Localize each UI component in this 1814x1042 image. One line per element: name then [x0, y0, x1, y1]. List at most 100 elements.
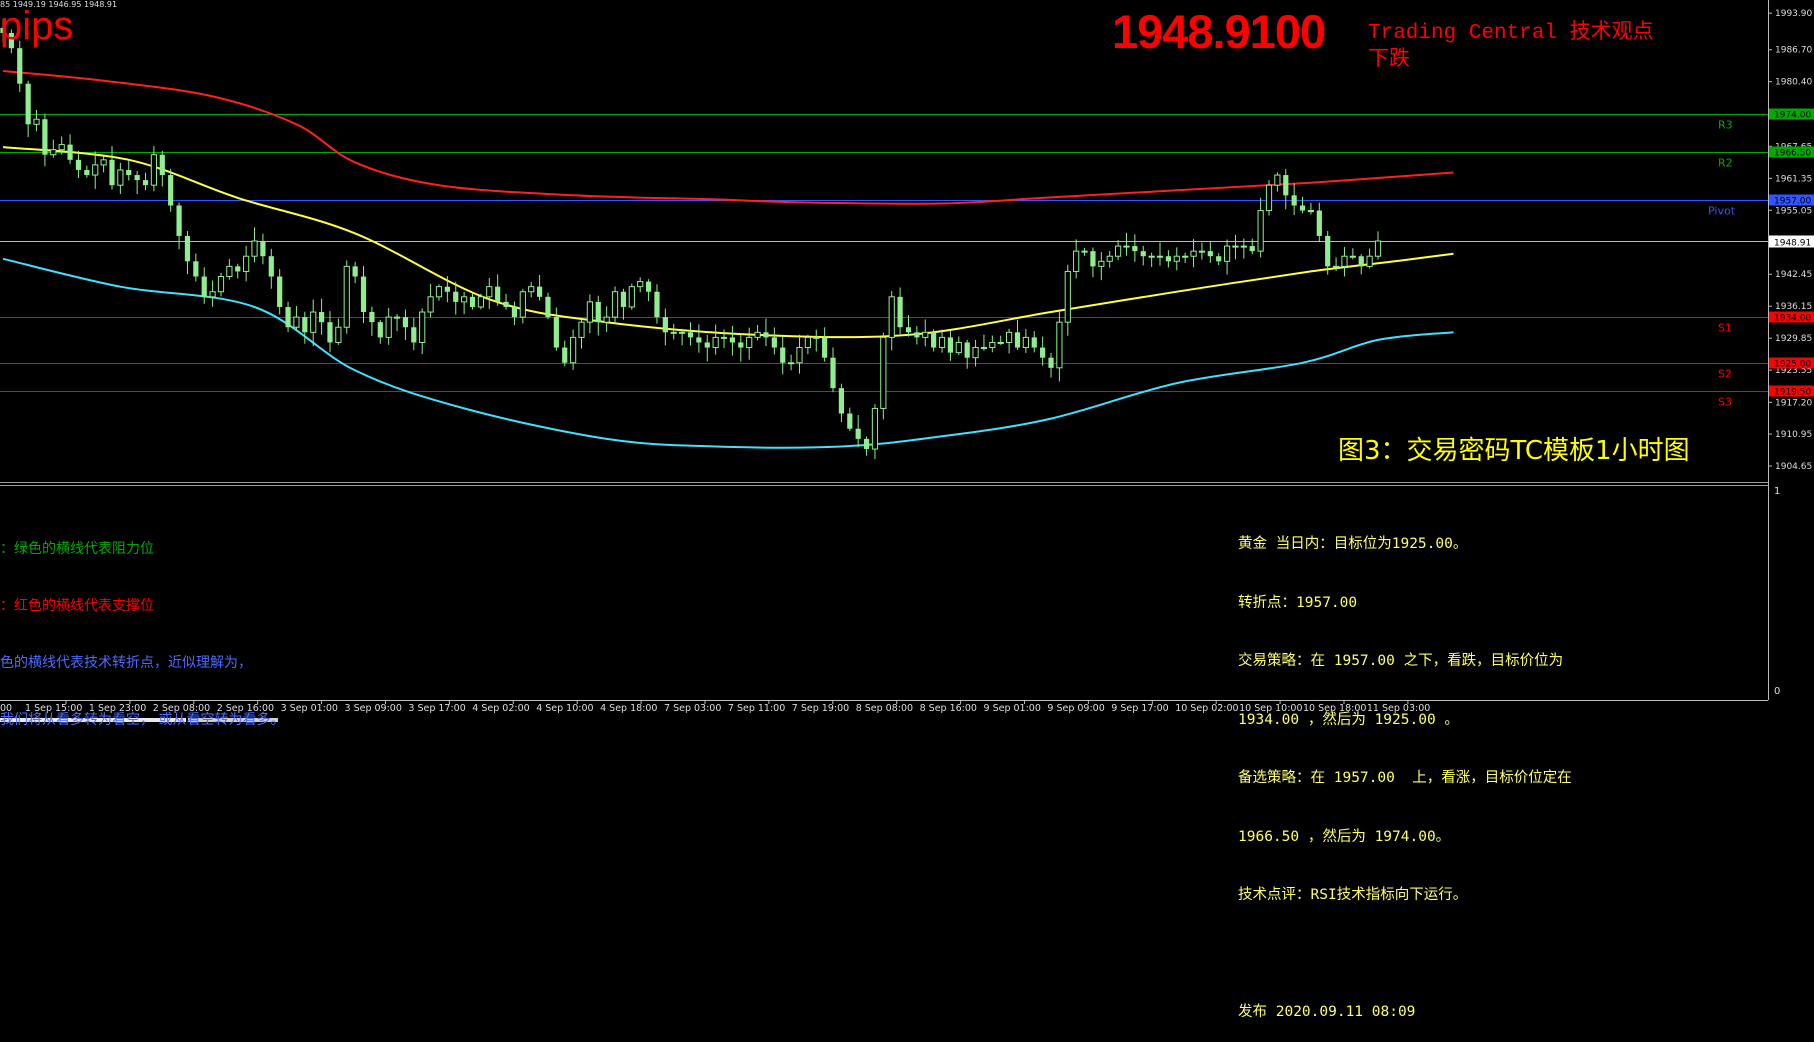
legend-line-resistance: ：绿色的横线代表阻力位: [0, 541, 154, 557]
candle-body-down: [184, 235, 191, 262]
x-tick-label: 7 Sep 19:00: [792, 703, 849, 714]
candle-body-up: [1307, 210, 1315, 213]
candle-body-up: [1332, 265, 1340, 268]
candle-body-up: [519, 291, 526, 318]
candle-body-down: [302, 317, 308, 333]
analysis-line: 技术点评：RSI技术指标向下运行。: [1238, 887, 1468, 903]
candle-body-down: [352, 266, 358, 277]
analysis-line: 1934.00 ，然后为 1925.00 。: [1238, 711, 1459, 728]
candle-body-up: [1064, 270, 1071, 323]
level-price-label: 1957.00: [1774, 197, 1811, 207]
x-tick-label: 9 Sep 01:00: [984, 703, 1041, 714]
candle-body-up: [343, 265, 350, 328]
candle-body-up: [486, 286, 493, 298]
candle-body-down: [327, 322, 333, 343]
candle-body-up: [150, 154, 158, 186]
tc-title: Trading Central 技术观点: [1368, 22, 1654, 45]
candle-body-up: [251, 240, 258, 257]
candle-body-down: [545, 296, 551, 318]
x-tick-label: 4 Sep 10:00: [536, 703, 593, 714]
candle-body-up: [1265, 184, 1273, 212]
candle-body-down: [159, 154, 165, 176]
candle-body-down: [1291, 195, 1297, 206]
candles-group: [0, 19, 1382, 460]
candle-body-up: [989, 341, 996, 349]
candle-body-up: [712, 336, 719, 349]
candle-body-down: [511, 306, 518, 318]
analysis-line: 转折点：1957.00: [1238, 594, 1358, 611]
candle-body-down: [193, 261, 199, 277]
candle-body-up: [746, 336, 753, 349]
y-tick-label: 1942.45: [1775, 270, 1812, 280]
candle-body-up: [679, 331, 686, 334]
candle-body-down: [17, 48, 23, 84]
level-price-label: 1934.00: [1774, 314, 1811, 324]
candle-body-up: [1341, 255, 1348, 267]
publish-date: 发布 2020.09.11 08:09: [1238, 1004, 1416, 1020]
candle-body-up: [1190, 250, 1197, 257]
candle-body-down: [453, 291, 459, 302]
subwindow-scale-min: 0: [1774, 686, 1780, 697]
candle-body-down: [142, 180, 149, 186]
candle-body-down: [863, 438, 870, 450]
trading-central-view: Trading Central 技术观点 下跌: [1368, 20, 1654, 75]
x-tick-label: 7 Sep 11:00: [728, 703, 785, 714]
candle-body-down: [738, 342, 744, 348]
x-tick-label: 8 Sep 08:00: [856, 703, 913, 714]
candle-body-down: [1090, 251, 1096, 267]
candle-body-down: [84, 169, 90, 176]
analysis-line: 交易策略：在 1957.00 之下，看跌，目标价位为: [1238, 653, 1564, 669]
analysis-line: [1238, 945, 1572, 965]
candle-body-up: [477, 296, 484, 308]
candle-body-up: [33, 118, 40, 125]
candle-body-down: [25, 83, 31, 125]
x-tick-label: 3 Sep 09:00: [345, 703, 402, 714]
candle-body-up: [980, 347, 988, 350]
candle-body-up: [637, 281, 644, 288]
y-tick-label: 1993.90: [1775, 9, 1812, 19]
candle-body-down: [360, 276, 367, 313]
candle-body-down: [1031, 337, 1037, 348]
candle-body-down: [168, 175, 174, 206]
level-name-s3: S3: [1718, 396, 1732, 409]
figure-label: 图3：交易密码TC模板1小时图: [1338, 436, 1690, 466]
candle-body-up: [611, 291, 619, 318]
candle-body-up: [1223, 245, 1231, 262]
candle-body-down: [855, 428, 861, 439]
legend-line-pivot: 色的横线代表技术转折点，近似理解为，: [0, 655, 252, 671]
y-tick-label: 1936.15: [1775, 302, 1812, 312]
candle-body-down: [931, 332, 937, 348]
candle-body-up: [1148, 255, 1155, 258]
y-tick-label: 1980.40: [1775, 78, 1812, 88]
candle-body-up: [888, 296, 895, 338]
candle-body-up: [788, 362, 795, 365]
candle-body-up: [310, 311, 317, 333]
candle-body-up: [586, 301, 593, 323]
candle-body-up: [804, 336, 811, 349]
candle-body-down: [260, 241, 266, 257]
candle-body-up: [720, 336, 728, 339]
y-tick-label: 1904.65: [1775, 462, 1812, 472]
candle-body-down: [402, 317, 409, 328]
candle-body-up: [1198, 250, 1206, 253]
x-tick-label: 3 Sep 17:00: [408, 703, 465, 714]
candle-body-up: [117, 169, 124, 186]
candle-body-down: [905, 327, 912, 333]
y-tick-label: 1955.05: [1775, 206, 1812, 216]
x-tick-label: 9 Sep 17:00: [1111, 703, 1168, 714]
candle-body-up: [1366, 255, 1373, 267]
candle-body-down: [1040, 347, 1046, 358]
candle-body-up: [1182, 255, 1189, 258]
candle-body-down: [1249, 246, 1255, 252]
y-tick-label: 1910.95: [1775, 430, 1812, 440]
candle-body-down: [780, 347, 786, 363]
candle-body-up: [209, 291, 216, 298]
candle-body-down: [1165, 256, 1171, 262]
candle-body-up: [1274, 174, 1281, 186]
candle-body-down: [285, 306, 291, 328]
candle-body-up: [385, 316, 392, 338]
level-price-label: 1925.00: [1774, 360, 1811, 370]
y-tick-label: 1986.70: [1775, 46, 1812, 56]
candle-body-down: [503, 301, 509, 307]
legend-line-pivot-note: 我们将从看多转为看空， 或从看空转为看多。: [0, 712, 285, 728]
